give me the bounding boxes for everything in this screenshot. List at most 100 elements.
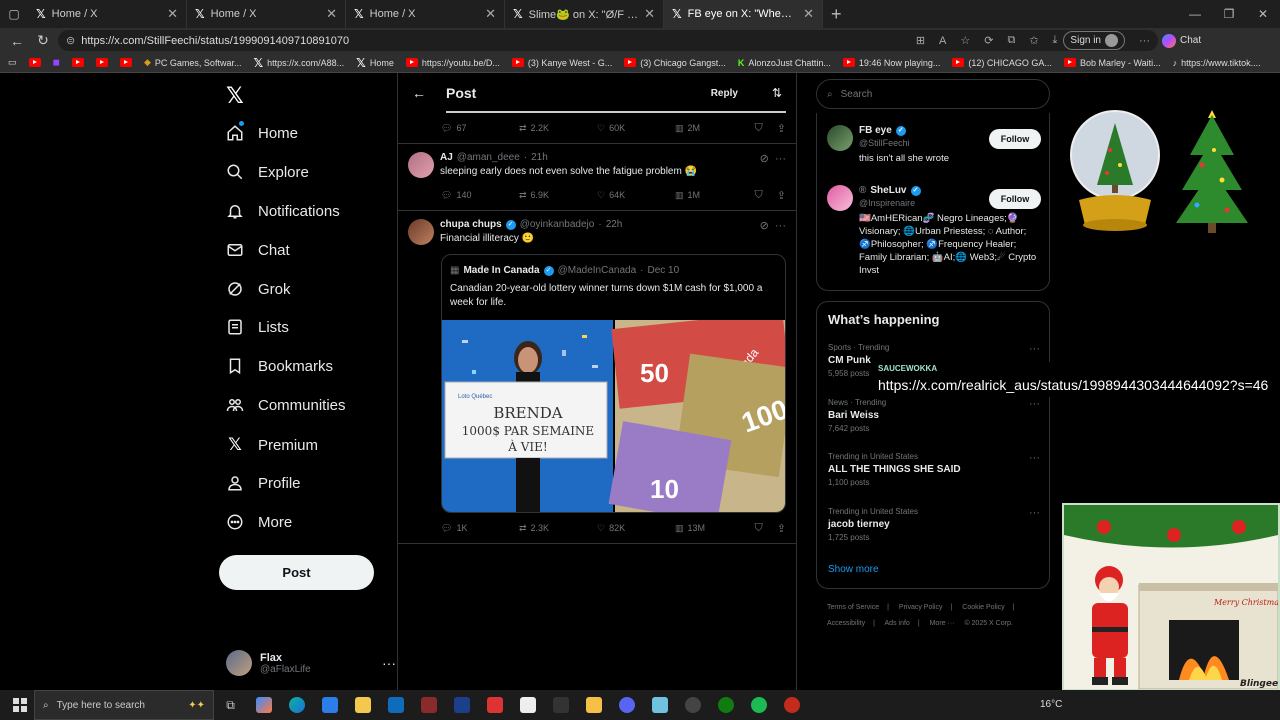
quote-image[interactable]: Loto Québec BRENDA 1000$ PAR SEMAINE À V… xyxy=(442,320,786,513)
bookmark-icon[interactable]: ⛉ xyxy=(755,522,763,535)
copilot-chat-button[interactable]: Chat xyxy=(1162,33,1201,48)
bookmark-item[interactable]: ▭ xyxy=(8,57,17,68)
bookmark-icon[interactable]: ⛉ xyxy=(755,122,763,135)
bookmark-item[interactable]: ♪ https://www.tiktok.... xyxy=(1173,58,1261,68)
extensions-icon[interactable]: ⟳ xyxy=(984,34,993,47)
close-window-icon[interactable]: ✕ xyxy=(1246,0,1280,28)
nav-notifications[interactable]: Notifications xyxy=(226,202,340,220)
reply-action[interactable]: 💬︎ 1K xyxy=(441,523,519,534)
bookmark-item[interactable]: (3) Kanye West - G... xyxy=(511,58,612,68)
more-menu-icon[interactable]: ··· xyxy=(1139,35,1150,47)
taskbar-search-input[interactable]: ⌕ Type here to search ✦✦ xyxy=(34,690,214,720)
repost-action[interactable]: ⇄ 2.2K xyxy=(519,123,597,134)
store-icon[interactable] xyxy=(313,690,346,720)
like-action[interactable]: ♡ 82K xyxy=(597,523,675,534)
tab-actions-icon[interactable]: ▢ xyxy=(0,0,28,28)
trend-item[interactable]: News · Trending Bari Weiss 7,642 posts ·… xyxy=(828,398,1040,433)
bookmark-item[interactable]: 𝕏 Home xyxy=(356,56,394,70)
restore-icon[interactable]: ❐ xyxy=(1212,0,1246,28)
grok-icon[interactable]: ⊘ xyxy=(760,220,769,232)
reply-action[interactable]: 💬︎ 140 xyxy=(441,190,519,201)
nav-explore[interactable]: Explore xyxy=(226,163,309,181)
browser-tab[interactable]: 𝕏 Home / X ✕ xyxy=(187,0,346,28)
browser-tab[interactable]: 𝕏 Home / X ✕ xyxy=(28,0,187,28)
nav-communities[interactable]: Communities xyxy=(226,396,346,414)
repost-action[interactable]: ⇄ 6.9K xyxy=(519,190,597,201)
quote-tweet-card[interactable]: ▦ Made In Canada ✓ @MadeInCanada · Dec 1… xyxy=(441,254,786,513)
windows-start-icon[interactable] xyxy=(6,690,34,720)
copilot-taskbar-icon[interactable] xyxy=(247,690,280,720)
browser-tab-active[interactable]: 𝕏 FB eye on X: "When I saw his son I ✕ xyxy=(664,0,823,28)
split-screen-icon[interactable]: ⧉ xyxy=(1007,34,1015,47)
bookmark-item[interactable]: https://youtu.be/D... xyxy=(405,58,500,68)
new-tab-button[interactable]: + xyxy=(823,4,850,25)
views-action[interactable]: ▥ 13M xyxy=(675,523,753,534)
refresh-icon[interactable]: ↻ xyxy=(32,32,54,49)
edge-icon[interactable] xyxy=(280,690,313,720)
grok-icon[interactable]: ⊘ xyxy=(760,153,769,165)
close-tab-icon[interactable]: ✕ xyxy=(485,6,496,22)
xbox-icon[interactable] xyxy=(709,690,742,720)
more-icon[interactable]: ··· xyxy=(1029,398,1040,410)
favorites-icon[interactable]: ✩ xyxy=(1029,34,1038,47)
footer-link[interactable]: Privacy Policy xyxy=(899,604,943,611)
discord-icon[interactable] xyxy=(610,690,643,720)
more-icon[interactable]: ··· xyxy=(775,153,786,165)
skate-app-icon[interactable] xyxy=(544,690,577,720)
like-action[interactable]: ♡ 60K xyxy=(597,123,675,134)
footer-link[interactable]: Ads info xyxy=(885,620,910,627)
fm-app-icon[interactable] xyxy=(445,690,478,720)
bookmark-item[interactable] xyxy=(96,58,108,67)
sign-in-button[interactable]: Sign in xyxy=(1063,31,1125,50)
author-name[interactable]: AJ xyxy=(440,152,453,163)
post-button[interactable]: Post xyxy=(219,555,374,590)
share-icon[interactable]: ⇪ xyxy=(777,122,786,135)
reply-button[interactable]: Reply xyxy=(711,88,738,99)
app-available-icon[interactable]: ⊞ xyxy=(916,34,925,47)
more-icon[interactable]: ··· xyxy=(1029,452,1040,464)
bookmark-icon[interactable]: ⛉ xyxy=(755,189,763,202)
read-aloud-icon[interactable]: A xyxy=(939,35,946,47)
author-name[interactable]: chupa chups xyxy=(440,219,502,230)
footer-link[interactable]: Cookie Policy xyxy=(962,604,1004,611)
bookmark-item[interactable] xyxy=(72,58,84,67)
share-icon[interactable]: ⇪ xyxy=(777,189,786,202)
game-icon[interactable] xyxy=(412,690,445,720)
back-icon[interactable]: ← xyxy=(6,33,28,49)
x-home-logo[interactable]: 𝕏 xyxy=(226,84,244,109)
views-action[interactable]: ▥ 2M xyxy=(675,123,753,134)
nav-bookmarks[interactable]: Bookmarks xyxy=(226,357,333,375)
footer-link[interactable]: Terms of Service xyxy=(827,604,879,611)
url-field[interactable]: ⊜ https://x.com/StillFeechi/status/19990… xyxy=(58,30,1158,51)
repost-action[interactable]: ⇄ 2.3K xyxy=(519,523,597,534)
follow-button[interactable]: Follow xyxy=(989,189,1041,209)
close-tab-icon[interactable]: ✕ xyxy=(326,6,337,22)
search-input[interactable]: ⌕ Search xyxy=(816,79,1050,109)
weather-temperature[interactable]: 16°C xyxy=(1040,690,1062,720)
task-view-icon[interactable]: ⧉ xyxy=(214,690,247,720)
more-icon[interactable]: ··· xyxy=(775,220,786,232)
nav-profile[interactable]: Profile xyxy=(226,474,301,492)
character-app-icon[interactable] xyxy=(511,690,544,720)
tweet-time[interactable]: 22h xyxy=(606,219,623,230)
author-handle[interactable]: @aman_deee xyxy=(457,152,520,163)
trend-item[interactable]: Trending in United States ALL THE THINGS… xyxy=(828,452,1040,487)
footer-link[interactable]: More ··· xyxy=(930,620,955,627)
nav-grok[interactable]: Grok xyxy=(226,280,291,298)
browser-tab[interactable]: 𝕏 Slime🐸 on X: "Ø/F girl gets mad at ✕ xyxy=(505,0,664,28)
bookmark-item[interactable]: 𝕏https://x.com/A88... xyxy=(253,56,344,70)
nav-lists[interactable]: Lists xyxy=(226,318,289,336)
nav-chat[interactable]: Chat xyxy=(226,241,290,259)
tooltip-link[interactable]: https://x.com/realrick_aus/status/199894… xyxy=(878,377,1268,393)
reply-tweet[interactable]: chupa chups ✓ @oyinkanbadejo · 22h ⊘ ···… xyxy=(408,219,786,249)
tweet-time[interactable]: 21h xyxy=(531,152,548,163)
more-icon[interactable]: ··· xyxy=(1029,343,1040,355)
browser-tab[interactable]: 𝕏 Home / X ✕ xyxy=(346,0,505,28)
show-more-link[interactable]: Show more xyxy=(828,564,879,575)
nav-more[interactable]: More xyxy=(226,513,292,531)
back-arrow-icon[interactable]: ← xyxy=(412,85,426,101)
media-app-icon[interactable] xyxy=(676,690,709,720)
outlook-icon[interactable] xyxy=(379,690,412,720)
whiteboard-icon[interactable] xyxy=(643,690,676,720)
favorite-icon[interactable]: ☆ xyxy=(960,34,970,47)
